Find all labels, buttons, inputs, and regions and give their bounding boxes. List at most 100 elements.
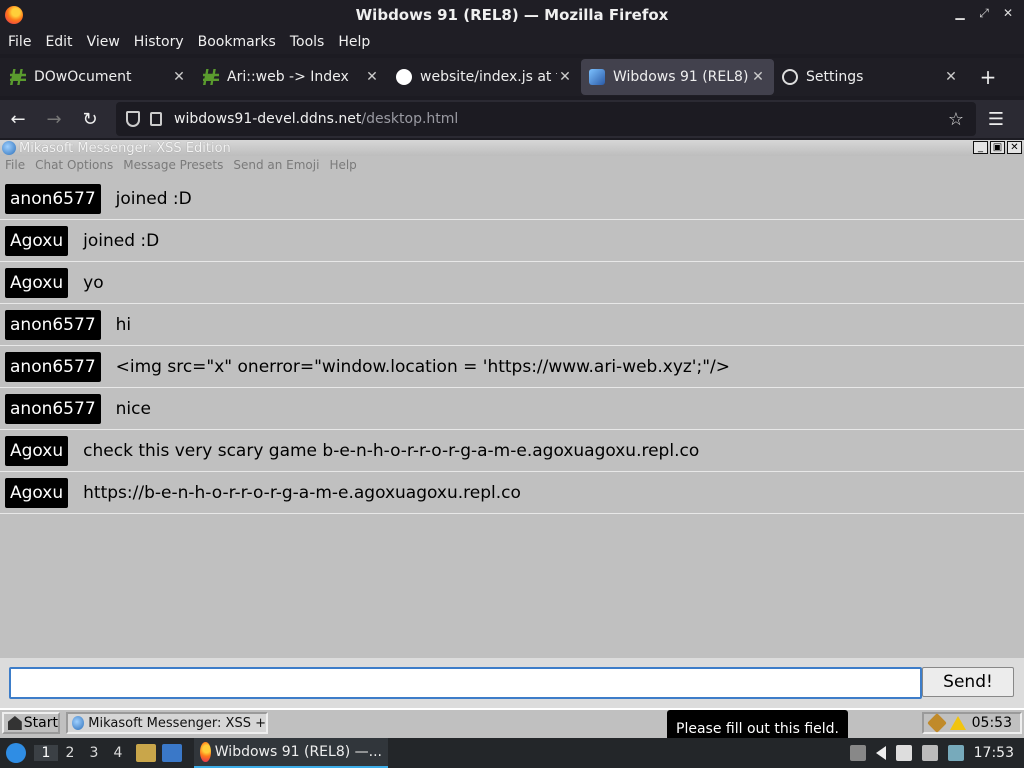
message-username: Agoxu [5,435,69,466]
lock-icon[interactable] [150,112,162,126]
forward-button[interactable]: → [36,109,72,130]
panel-clock: 17:53 [973,745,1014,761]
hamburger-menu-icon[interactable]: ☰ [976,109,1016,130]
gear-icon [782,69,798,85]
message-list: anon6577 joined :D Agoxu joined :D Agoxu… [0,178,1024,514]
taskbar-item-label: Mikasoft Messenger: XSS + [88,715,266,731]
message-row: anon6577 nice [0,388,1024,430]
updates-icon[interactable] [947,745,964,761]
hash-icon [203,69,219,85]
message-username: Agoxu [5,225,69,256]
page-viewport: Mikasoft Messenger: XSS Edition _ ▣ ✕ Fi… [0,140,1024,740]
menu-history[interactable]: History [134,34,184,50]
panel-task-label: Wibdows 91 (REL8) —... [214,744,382,760]
window-controls: ▁ ⤢ ✕ [952,6,1016,21]
volume-icon[interactable] [875,746,886,760]
restore-icon[interactable]: ⤢ [976,6,992,21]
messenger-title: Mikasoft Messenger: XSS Edition [19,140,231,156]
workspace-4[interactable]: 4 [106,745,130,761]
tab-label: Ari::web -> Index [227,69,349,85]
reload-button[interactable]: ↻ [72,109,108,130]
close-icon[interactable]: ✕ [171,69,187,85]
workspace-1[interactable]: 1 [34,745,58,761]
close-icon[interactable]: ✕ [364,69,380,85]
tab-strip: DOwOcument ✕ Ari::web -> Index ✕ website… [0,58,1024,96]
w91-clock: 05:53 [971,715,1012,731]
message-text: https://b-e-n-h-o-r-r-o-r-g-a-m-e.agoxua… [83,482,521,503]
menu-tools[interactable]: Tools [290,34,325,50]
messenger-titlebar[interactable]: Mikasoft Messenger: XSS Edition _ ▣ ✕ [0,140,1024,156]
menu-edit[interactable]: Edit [45,34,72,50]
close-icon[interactable]: ✕ [943,69,959,85]
tab-github[interactable]: website/index.js at t ✕ [388,59,581,95]
start-button[interactable]: Start [2,712,60,734]
navigation-bar: ← → ↻ wibdows91-devel.ddns.net /desktop.… [0,100,1024,138]
bookmark-star-icon[interactable]: ☆ [948,109,964,130]
menu-view[interactable]: View [87,34,120,50]
menu-file[interactable]: File [8,34,31,50]
close-icon[interactable]: ✕ [1000,6,1016,21]
message-text: yo [83,272,104,293]
tab-dowocument[interactable]: DOwOcument ✕ [2,59,195,95]
browser-menubar: File Edit View History Bookmarks Tools H… [0,30,1024,54]
wibdows-icon [589,69,605,85]
message-username: anon6577 [5,183,101,214]
menu-help[interactable]: Help [338,34,370,50]
menu-help[interactable]: Help [329,158,356,178]
new-tab-button[interactable]: + [973,65,1003,89]
firefox-icon [5,6,23,24]
messenger-window-controls: _ ▣ ✕ [973,141,1022,154]
menu-bookmarks[interactable]: Bookmarks [198,34,276,50]
close-icon[interactable]: ✕ [750,69,766,85]
minimize-icon[interactable]: ▁ [952,6,968,21]
file-manager-icon[interactable] [136,744,156,762]
app-launcher-icon[interactable] [6,743,26,763]
document-icon [10,69,26,85]
message-username: anon6577 [5,351,101,382]
desktop-icon[interactable] [162,744,182,762]
menu-message-presets[interactable]: Message Presets [123,158,223,178]
taskbar-item-messenger[interactable]: Mikasoft Messenger: XSS + [66,712,268,734]
message-username: anon6577 [5,393,101,424]
tab-wibdows[interactable]: Wibdows 91 (REL8) ✕ [581,59,774,95]
warning-icon[interactable] [949,716,966,730]
panel-task-firefox[interactable]: Wibdows 91 (REL8) —... [194,738,388,768]
tab-label: DOwOcument [34,69,132,85]
minimize-icon[interactable]: _ [973,141,988,154]
tab-settings[interactable]: Settings ✕ [774,59,967,95]
shield-icon[interactable] [126,111,140,127]
network-icon[interactable] [921,745,938,761]
github-icon [396,69,412,85]
message-text: check this very scary game b-e-n-h-o-r-r… [83,440,700,461]
wrench-icon[interactable] [926,713,947,733]
message-username: Agoxu [5,267,69,298]
messenger-icon [2,141,16,155]
close-icon[interactable]: ✕ [1007,141,1022,154]
close-icon[interactable]: ✕ [557,69,573,85]
url-bar[interactable]: wibdows91-devel.ddns.net /desktop.html ☆ [116,102,976,136]
firefox-titlebar: Wibdows 91 (REL8) — Mozilla Firefox ▁ ⤢ … [0,0,1024,30]
clipboard-icon[interactable] [895,745,912,761]
message-input[interactable] [9,667,922,699]
message-text: hi [115,314,132,335]
messenger-menubar: File Chat Options Message Presets Send a… [0,158,357,178]
send-button[interactable]: Send! [922,667,1014,697]
messenger-icon [72,716,85,730]
w91-taskbar: Start Mikasoft Messenger: XSS + 05:53 [0,708,1024,736]
start-icon [8,716,22,730]
workspace-3[interactable]: 3 [82,745,106,761]
storage-icon[interactable] [849,745,866,761]
back-button[interactable]: ← [0,109,36,130]
maximize-icon[interactable]: ▣ [990,141,1005,154]
tab-ari-web[interactable]: Ari::web -> Index ✕ [195,59,388,95]
workspace-2[interactable]: 2 [58,745,82,761]
menu-file[interactable]: File [5,158,25,178]
menu-chat-options[interactable]: Chat Options [35,158,113,178]
message-text: nice [115,398,151,419]
compose-area: Send! [0,658,1024,708]
message-row: anon6577 joined :D [0,178,1024,220]
url-host: wibdows91-devel.ddns.net [174,111,362,127]
menu-send-emoji[interactable]: Send an Emoji [233,158,319,178]
tab-label: website/index.js at t [420,69,557,85]
message-row: Agoxu check this very scary game b-e-n-h… [0,430,1024,472]
